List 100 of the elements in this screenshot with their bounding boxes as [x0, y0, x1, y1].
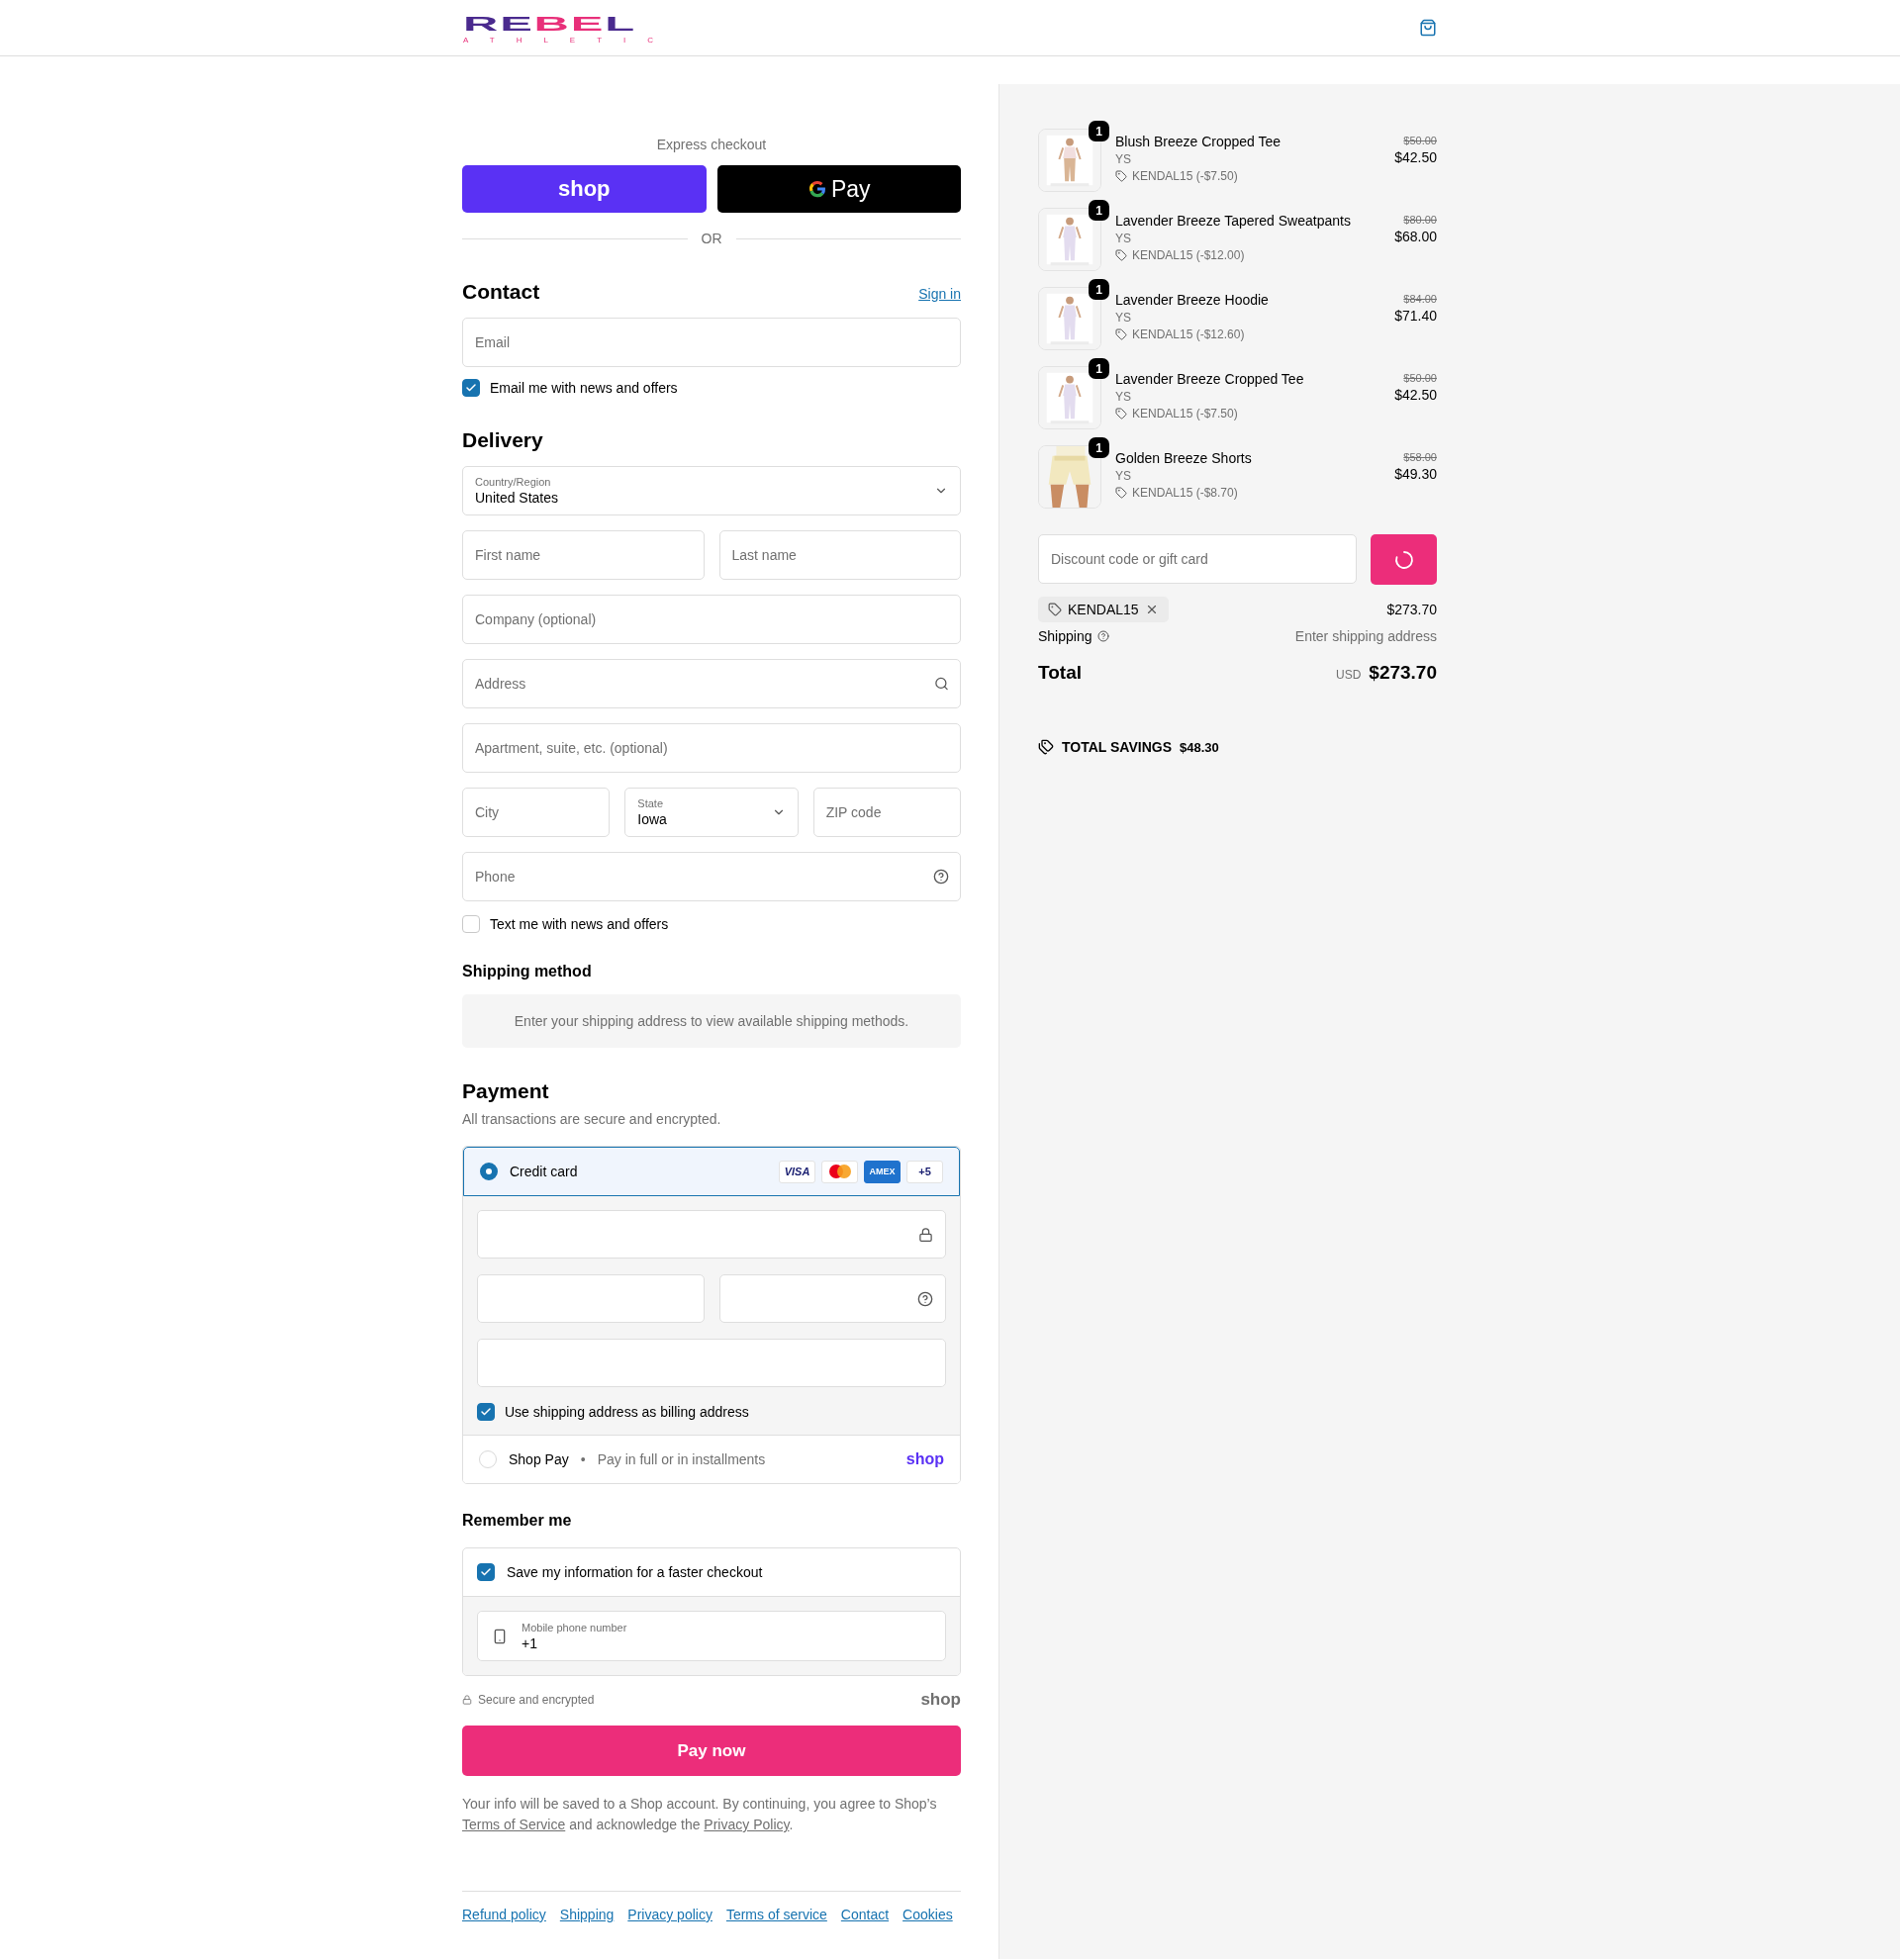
email-field[interactable]: Email [462, 318, 961, 367]
product-name: Lavender Breeze Cropped Tee [1115, 371, 1305, 387]
card-brand-label: +5 [906, 1160, 943, 1183]
tag-icon [1048, 603, 1062, 616]
section-heading: Contact [462, 280, 540, 304]
discount-code-field[interactable]: Discount code or gift card [1038, 534, 1357, 584]
google-icon [807, 179, 827, 199]
quantity-badge: 1 [1089, 121, 1109, 141]
select-field[interactable]: State Iowa [624, 788, 799, 837]
spinner-icon [1393, 549, 1414, 570]
checkbox-label: Text me with news and offers [490, 916, 669, 932]
pay-now-button[interactable]: Pay now [462, 1726, 961, 1776]
discount-label: KENDAL15 (-$7.50) [1132, 169, 1238, 183]
checkbox[interactable] [462, 379, 480, 397]
shop-logo: shop [920, 1690, 961, 1710]
section-heading: Shipping method [462, 963, 592, 980]
or-divider-label: OR [701, 231, 722, 246]
product-name: Lavender Breeze Hoodie [1115, 292, 1270, 308]
quantity-badge: 1 [1089, 437, 1109, 458]
original-price: $58.00 [1403, 451, 1437, 463]
checkbox[interactable] [462, 915, 480, 933]
product-price: $42.50 [1394, 149, 1437, 165]
footer-link[interactable]: Terms of service [725, 1907, 827, 1922]
secure-note: Secure and encrypted [478, 1693, 595, 1707]
subtotal-amount: $273.70 [1386, 602, 1437, 617]
footer-link[interactable]: Contact [840, 1907, 890, 1922]
radio-button[interactable] [480, 1163, 498, 1180]
search-icon [934, 676, 949, 692]
check-icon [480, 1566, 492, 1578]
product-price: $68.00 [1394, 229, 1437, 244]
legal-link[interactable]: Terms of Service [462, 1817, 566, 1832]
quantity-badge: 1 [1089, 200, 1109, 221]
discount-label: KENDAL15 (-$12.60) [1132, 327, 1245, 341]
lock-icon [462, 1695, 472, 1705]
phone-icon [492, 1628, 508, 1644]
input-field[interactable]: Phone [462, 852, 961, 901]
express-checkout-label: Express checkout [655, 137, 768, 152]
product-name: Golden Breeze Shorts [1115, 450, 1253, 466]
security-code-field[interactable] [718, 1274, 946, 1323]
footer-link[interactable]: Cookies [902, 1907, 953, 1922]
savings-label: TOTAL SAVINGS [1062, 739, 1172, 755]
select-field[interactable]: Country/Region United States [462, 466, 961, 515]
payment-option-label: Credit card [510, 1164, 578, 1179]
logo-subtitle: ATHLETIC [463, 37, 676, 45]
section-heading: Delivery [462, 428, 543, 452]
original-price: $80.00 [1403, 214, 1437, 226]
quantity-badge: 1 [1089, 358, 1109, 379]
quantity-badge: 1 [1089, 279, 1109, 300]
tag-icon [1115, 249, 1127, 261]
input-field[interactable]: Company (optional) [462, 595, 961, 644]
legal-notice: Your info will be saved to a Shop account. By continuing, you agree to Shop’s Terms of Service and acknowledge the Privacy Policy. [462, 1795, 938, 1834]
payment-option-note: Pay in full or in installments [597, 1451, 766, 1467]
separator-dot: • [580, 1451, 586, 1467]
total-label: Total [1038, 662, 1082, 684]
overlapping-circles-icon [828, 1165, 851, 1178]
input-field[interactable]: Address [462, 659, 961, 708]
footer-link[interactable]: Shipping [559, 1907, 615, 1922]
footer-link[interactable]: Refund policy [462, 1907, 546, 1922]
tag-icon [1115, 170, 1127, 182]
shipping-value: Enter shipping address [1294, 628, 1437, 644]
payment-subtitle: All transactions are secure and encrypted. [462, 1111, 722, 1127]
product-name: Lavender Breeze Tapered Sweatpants [1115, 213, 1352, 229]
product-variant: YS [1115, 390, 1132, 404]
expiry-field[interactable] [477, 1274, 705, 1323]
checkbox-label: Email me with news and offers [490, 380, 678, 396]
discount-label: KENDAL15 (-$7.50) [1132, 407, 1238, 420]
input-field[interactable]: City [462, 788, 611, 837]
input-field[interactable]: ZIP code [812, 788, 961, 837]
apply-button[interactable] [1371, 534, 1437, 585]
payment-option[interactable]: Shop Pay • Pay in full or in installments shop [463, 1435, 960, 1483]
card-number-field[interactable] [477, 1210, 946, 1259]
help-icon[interactable] [1096, 630, 1109, 642]
help-icon[interactable] [933, 869, 949, 885]
mobile-phone-field[interactable]: Mobile phone number +1 [477, 1611, 946, 1661]
input-field[interactable]: Last name [718, 530, 961, 580]
card-brand-label: AMEX [864, 1160, 901, 1183]
original-price: $84.00 [1403, 293, 1437, 305]
checkbox-label: Use shipping address as billing address [505, 1404, 749, 1420]
brand-logo[interactable]: RE BE L [463, 14, 636, 36]
sign-in-link[interactable]: Sign in [918, 286, 961, 302]
bag-icon[interactable] [1419, 19, 1437, 37]
shop-pay-button[interactable]: shop [462, 165, 707, 213]
input-field[interactable]: First name [462, 530, 705, 580]
section-heading: Payment [462, 1079, 549, 1103]
tag-icon [1115, 487, 1127, 499]
lock-icon [918, 1227, 933, 1242]
name-on-card-field[interactable] [477, 1339, 946, 1387]
discount-code: KENDAL15 [1068, 602, 1139, 617]
check-icon [465, 382, 477, 394]
product-variant: YS [1115, 469, 1132, 483]
discount-label: KENDAL15 (-$8.70) [1132, 486, 1238, 500]
checkbox-label: Save my information for a faster checkout [507, 1564, 763, 1580]
payment-option[interactable]: Credit card VISA AMEX +5 [463, 1147, 960, 1196]
checkbox[interactable] [477, 1563, 495, 1581]
currency-code: USD [1335, 668, 1362, 682]
input-field[interactable]: Apartment, suite, etc. (optional) [462, 723, 961, 773]
footer-link[interactable]: Privacy policy [627, 1907, 712, 1922]
checkbox[interactable] [477, 1403, 495, 1421]
help-icon[interactable] [917, 1290, 933, 1307]
google-pay-button[interactable]: Pay [716, 165, 961, 213]
